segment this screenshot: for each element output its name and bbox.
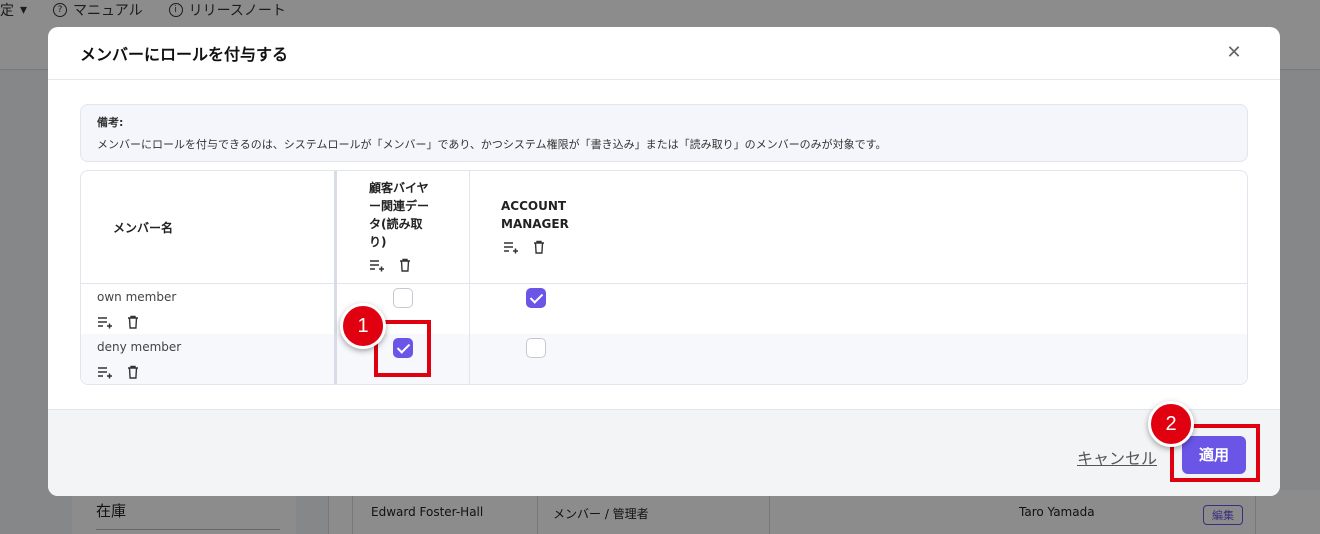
member-actions xyxy=(97,314,141,330)
note-text: メンバーにロールを付与できるのは、システムロールが「メンバー」であり、かつシステ… xyxy=(97,138,887,151)
add-to-list-icon[interactable] xyxy=(97,314,113,330)
table-header: メンバー名 顧客バイヤ ー関連デー タ(読み取 り) ACCOUNT MANAG… xyxy=(81,171,1247,284)
step-badge-2: 2 xyxy=(1148,401,1194,447)
member-name-header: メンバー名 xyxy=(113,221,174,235)
role-header-line: 顧客バイヤ xyxy=(369,181,429,195)
note-box: 備考: メンバーにロールを付与できるのは、システムロールが「メンバー」であり、か… xyxy=(80,104,1248,162)
column-divider xyxy=(334,171,337,384)
role-checkbox[interactable] xyxy=(393,288,413,308)
table-row: own member xyxy=(81,284,1247,334)
role-checkbox[interactable] xyxy=(526,338,546,358)
modal-footer: キャンセル 適用 xyxy=(48,409,1280,496)
trash-icon[interactable] xyxy=(531,239,547,255)
role-header-line: ACCOUNT xyxy=(501,199,567,213)
trash-icon[interactable] xyxy=(125,314,141,330)
close-icon[interactable]: ✕ xyxy=(1224,43,1244,63)
role-checkbox[interactable] xyxy=(526,288,546,308)
trash-icon[interactable] xyxy=(397,257,413,273)
trash-icon[interactable] xyxy=(125,364,141,380)
modal-title: メンバーにロールを付与する xyxy=(80,47,289,64)
assign-role-modal: メンバーにロールを付与する ✕ 備考: メンバーにロールを付与できるのは、システ… xyxy=(48,27,1280,496)
step-badge-1: 1 xyxy=(340,303,386,349)
member-name: own member xyxy=(97,290,177,304)
add-to-list-icon[interactable] xyxy=(369,257,385,273)
role-header-line: り) xyxy=(369,235,387,249)
role-header-line: MANAGER xyxy=(501,217,569,231)
table-row: deny member xyxy=(81,334,1247,384)
role-header-actions xyxy=(503,239,547,255)
role-header-account-manager: ACCOUNT MANAGER xyxy=(501,197,569,233)
member-name: deny member xyxy=(97,340,182,354)
role-header-line: タ(読み取 xyxy=(369,217,423,231)
role-header-actions xyxy=(369,257,413,273)
add-to-list-icon[interactable] xyxy=(97,364,113,380)
add-to-list-icon[interactable] xyxy=(503,239,519,255)
member-actions xyxy=(97,364,141,380)
note-title: 備考: xyxy=(97,116,124,129)
role-assignment-table: メンバー名 顧客バイヤ ー関連デー タ(読み取 り) ACCOUNT MANAG… xyxy=(80,170,1248,385)
column-divider xyxy=(469,171,470,384)
cancel-button[interactable]: キャンセル xyxy=(1077,445,1157,469)
role-header-line: ー関連デー xyxy=(369,199,430,213)
modal-header: メンバーにロールを付与する xyxy=(48,27,1280,80)
role-header-customer-buyer: 顧客バイヤ ー関連デー タ(読み取 り) xyxy=(369,179,429,251)
